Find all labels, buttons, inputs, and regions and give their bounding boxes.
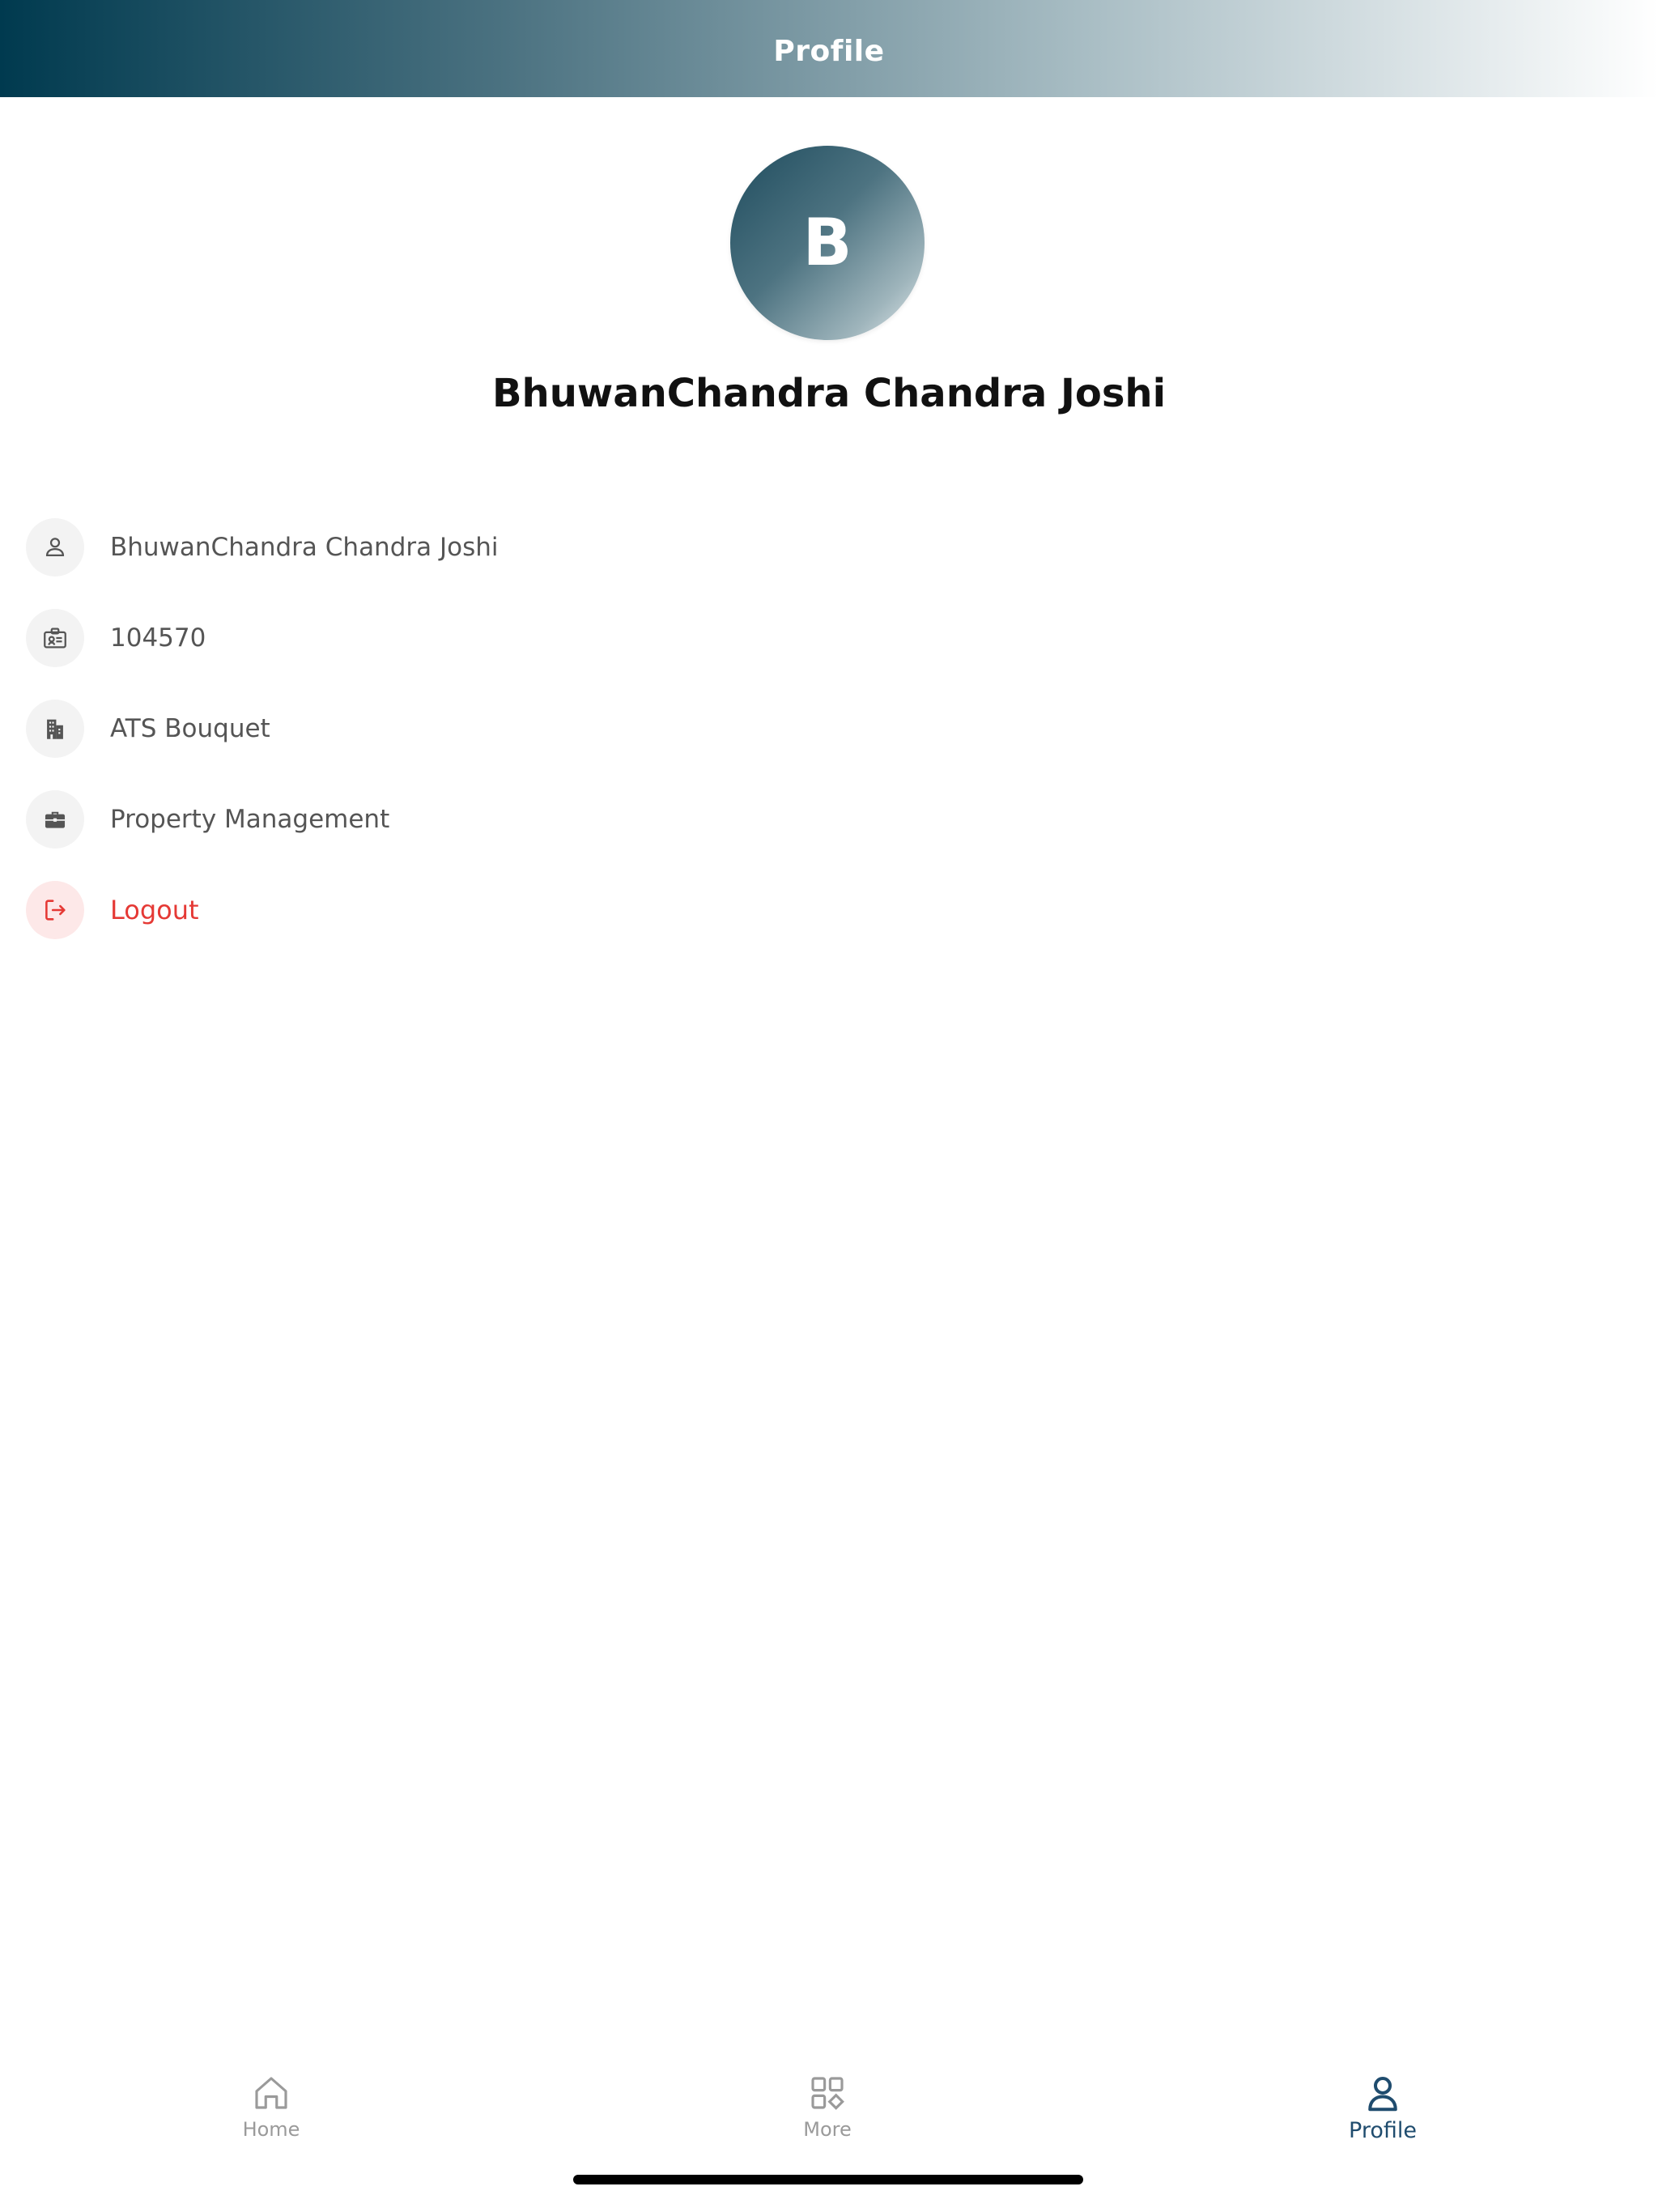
info-row-name: BhuwanChandra Chandra Joshi [26, 518, 1564, 576]
info-text-employee-id: 104570 [110, 623, 206, 653]
logout-label: Logout [110, 895, 199, 925]
info-row-property: ATS Bouquet [26, 700, 1564, 758]
logout-icon [26, 881, 84, 939]
info-text-name: BhuwanChandra Chandra Joshi [110, 533, 499, 562]
home-icon [255, 2077, 287, 2109]
header-bar: Profile [0, 0, 1658, 97]
nav-label-profile: Profile [1349, 2118, 1417, 2143]
building-icon [26, 700, 84, 758]
user-icon [26, 518, 84, 576]
avatar: B [730, 146, 925, 340]
profile-icon [1368, 2076, 1397, 2112]
grid-icon [811, 2077, 844, 2110]
info-text-department: Property Management [110, 805, 390, 834]
info-row-employee-id: 104570 [26, 609, 1564, 667]
briefcase-icon [26, 790, 84, 849]
nav-item-home[interactable]: Home [190, 2071, 352, 2141]
home-indicator [573, 2175, 1083, 2184]
profile-info-list: BhuwanChandra Chandra Joshi 104570 ATS B… [26, 518, 1564, 939]
profile-name: BhuwanChandra Chandra Joshi [491, 371, 1167, 416]
nav-label-home: Home [242, 2118, 300, 2141]
info-row-department: Property Management [26, 790, 1564, 849]
avatar-initial: B [802, 205, 852, 280]
page-title: Profile [773, 34, 885, 68]
info-text-property: ATS Bouquet [110, 714, 270, 743]
nav-item-more[interactable]: More [746, 2071, 908, 2141]
id-card-icon [26, 609, 84, 667]
app-root: Profile B BhuwanChandra Chandra Joshi Bh… [0, 0, 1658, 2212]
nav-label-more: More [803, 2118, 852, 2141]
logout-button[interactable]: Logout [26, 881, 1564, 939]
nav-item-profile[interactable]: Profile [1302, 2071, 1464, 2143]
bottom-nav: Home More Profile [0, 2057, 1658, 2154]
